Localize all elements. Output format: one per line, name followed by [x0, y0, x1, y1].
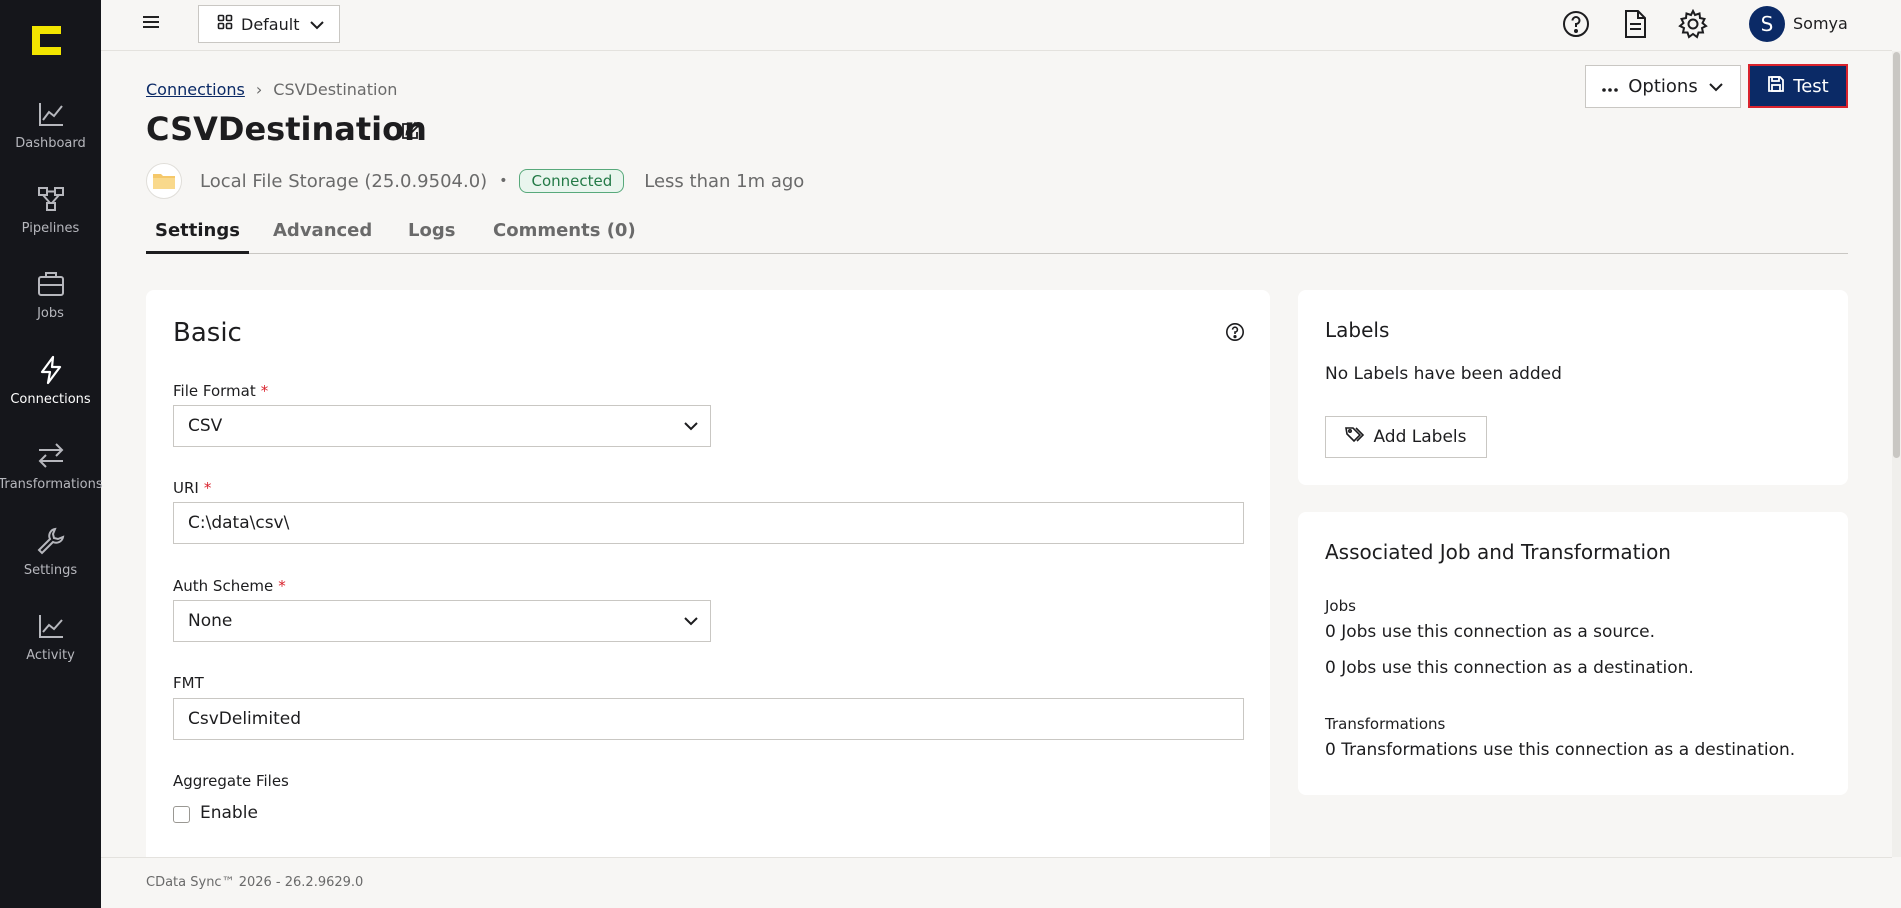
- gear-icon[interactable]: [1677, 8, 1709, 40]
- sidebar-item-activity[interactable]: Activity: [0, 600, 101, 680]
- fmt-input[interactable]: CsvDelimited: [173, 698, 1244, 740]
- file-format-select[interactable]: CSV: [173, 405, 711, 447]
- labels-empty-text: No Labels have been added: [1325, 364, 1562, 384]
- file-format-value: CSV: [188, 416, 223, 436]
- uri-input[interactable]: C:\data\csv\: [173, 502, 1244, 544]
- edit-pencil-icon[interactable]: [400, 121, 422, 143]
- workspace-selector[interactable]: Default: [198, 5, 340, 43]
- grid-icon: [217, 14, 233, 34]
- sidebar-item-label: Pipelines: [21, 221, 80, 236]
- tab-logs[interactable]: Logs: [408, 220, 455, 254]
- sidebar-item-transformations[interactable]: Transformations: [0, 429, 103, 509]
- breadcrumb-current: CSVDestination: [273, 80, 398, 99]
- wrench-icon: [35, 525, 67, 557]
- sidebar-item-label: Activity: [26, 648, 75, 663]
- document-icon[interactable]: [1619, 8, 1651, 40]
- lightning-icon: [35, 354, 67, 386]
- chevron-down-icon: [682, 612, 700, 635]
- help-circle-icon[interactable]: [1225, 322, 1245, 342]
- cdata-logo[interactable]: [30, 24, 63, 57]
- jobs-destination-text: 0 Jobs use this connection as a destinat…: [1325, 658, 1694, 678]
- save-disk-icon: [1767, 75, 1785, 98]
- user-name[interactable]: Somya: [1793, 14, 1848, 33]
- enable-checkbox[interactable]: [173, 806, 190, 823]
- options-button[interactable]: Options: [1585, 65, 1741, 108]
- transformations-destination-text: 0 Transformations use this connection as…: [1325, 740, 1796, 760]
- connection-meta: Local File Storage (25.0.9504.0) • Conne…: [146, 163, 804, 199]
- activity-chart-icon: [35, 610, 67, 642]
- sidebar-item-label: Jobs: [37, 306, 64, 321]
- tab-advanced[interactable]: Advanced: [273, 220, 372, 254]
- aggregate-files-label: Aggregate Files: [173, 772, 289, 790]
- scrollbar-thumb[interactable]: [1893, 52, 1900, 458]
- tag-icon: [1345, 426, 1365, 449]
- sidebar: Dashboard Pipelines Jobs Connections Tra…: [0, 0, 103, 908]
- chevron-down-icon: [309, 15, 325, 34]
- sidebar-item-settings[interactable]: Settings: [0, 515, 101, 595]
- labels-card: Labels No Labels have been added Add Lab…: [1298, 290, 1848, 485]
- breadcrumb-link-connections[interactable]: Connections: [146, 80, 245, 99]
- chevron-down-icon: [682, 417, 700, 440]
- help-circle-icon[interactable]: [1560, 8, 1592, 40]
- page-title: CSVDestination: [146, 110, 427, 148]
- top-bar: Default S Somya: [101, 0, 1892, 51]
- section-title: Basic: [173, 318, 242, 348]
- more-dots-icon: [1602, 76, 1619, 97]
- auth-scheme-select[interactable]: None: [173, 600, 711, 642]
- fmt-label: FMT: [173, 674, 204, 692]
- file-format-label: File Format *: [173, 382, 269, 400]
- tabs: Settings Advanced Logs Comments (0): [146, 216, 1848, 254]
- hamburger-menu-icon[interactable]: [143, 13, 163, 33]
- auth-scheme-label: Auth Scheme *: [173, 577, 286, 595]
- last-updated: Less than 1m ago: [644, 170, 805, 192]
- add-labels-button[interactable]: Add Labels: [1325, 416, 1487, 458]
- sidebar-item-jobs[interactable]: Jobs: [0, 258, 101, 338]
- chevron-down-icon: [1708, 76, 1724, 97]
- jobs-heading: Jobs: [1325, 597, 1356, 615]
- status-badge: Connected: [519, 169, 625, 193]
- footer-version: CData Sync™ 2026 - 26.2.9629.0: [146, 875, 364, 890]
- jobs-source-text: 0 Jobs use this connection as a source.: [1325, 622, 1656, 642]
- sidebar-item-label: Dashboard: [15, 136, 86, 151]
- workspace-label: Default: [241, 14, 300, 34]
- associated-title: Associated Job and Transformation: [1325, 540, 1671, 564]
- tab-settings[interactable]: Settings: [146, 220, 249, 254]
- sidebar-item-connections[interactable]: Connections: [0, 344, 101, 424]
- briefcase-icon: [35, 268, 67, 300]
- basic-settings-card: Basic File Format * CSV URI * C:\data\csv\…: [146, 290, 1270, 870]
- test-label: Test: [1793, 75, 1829, 97]
- sidebar-item-label: Transformations: [0, 477, 103, 492]
- auth-scheme-value: None: [188, 611, 233, 631]
- add-labels-label: Add Labels: [1373, 427, 1467, 447]
- uri-label: URI *: [173, 479, 212, 497]
- associated-card: Associated Job and Transformation Jobs 0…: [1298, 512, 1848, 795]
- enable-label[interactable]: Enable: [200, 803, 258, 823]
- arrows-swap-icon: [35, 439, 67, 471]
- sidebar-item-pipelines[interactable]: Pipelines: [0, 173, 101, 253]
- pipeline-icon: [35, 183, 67, 215]
- provider-name: Local File Storage (25.0.9504.0): [200, 170, 488, 192]
- sidebar-item-label: Settings: [23, 563, 78, 578]
- footer: CData Sync™ 2026 - 26.2.9629.0: [101, 857, 1892, 908]
- avatar[interactable]: S: [1749, 6, 1785, 42]
- sidebar-item-dashboard[interactable]: Dashboard: [0, 88, 101, 168]
- test-button[interactable]: Test: [1748, 64, 1848, 108]
- breadcrumb: Connections › CSVDestination: [146, 80, 397, 99]
- options-label: Options: [1628, 76, 1698, 97]
- folder-icon: [146, 163, 182, 199]
- transformations-heading: Transformations: [1325, 715, 1446, 733]
- labels-title: Labels: [1325, 318, 1390, 342]
- meta-separator: •: [499, 173, 508, 189]
- breadcrumb-separator: ›: [255, 80, 263, 99]
- sidebar-item-label: Connections: [10, 392, 91, 407]
- chart-line-icon: [35, 98, 67, 130]
- tab-comments[interactable]: Comments (0): [493, 220, 636, 254]
